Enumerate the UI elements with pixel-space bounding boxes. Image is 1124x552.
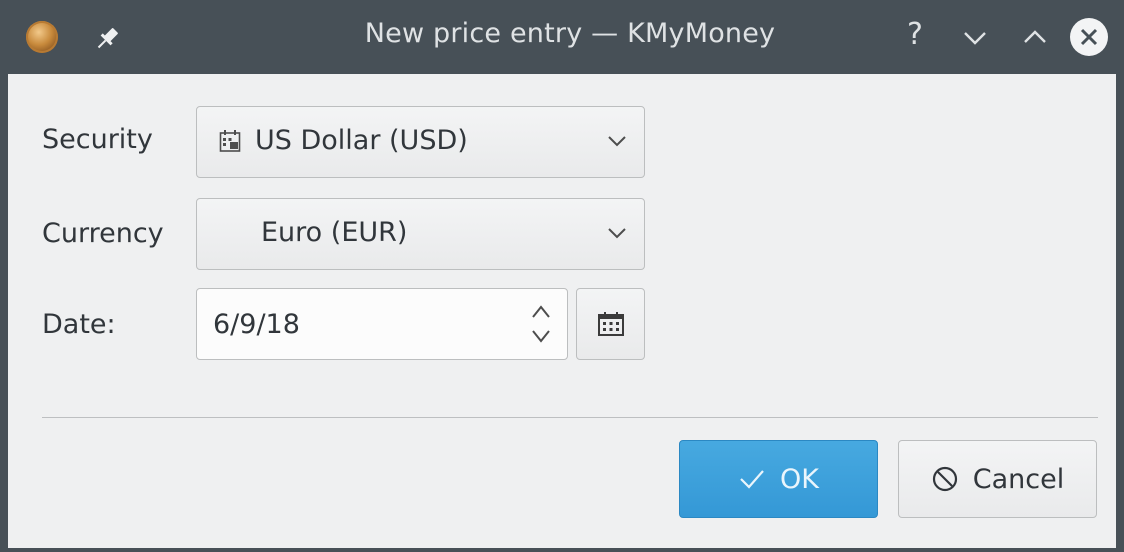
dialog-body: Security US Dollar (USD) Currency Euro (… xyxy=(8,74,1116,548)
date-input[interactable] xyxy=(213,303,513,345)
separator-line xyxy=(42,417,1098,418)
cancel-button[interactable]: Cancel xyxy=(898,440,1097,518)
security-calendar-icon xyxy=(219,130,241,152)
calendar-icon xyxy=(598,312,624,336)
cancel-icon xyxy=(932,466,957,492)
currency-combobox[interactable]: Euro (EUR) xyxy=(196,198,645,270)
security-combobox[interactable]: US Dollar (USD) xyxy=(196,106,645,178)
dialog-window: New price entry — KMyMoney ? Security US… xyxy=(0,0,1124,552)
title-bar[interactable]: New price entry — KMyMoney ? xyxy=(0,0,1124,74)
ok-button[interactable]: OK xyxy=(679,440,878,518)
close-icon[interactable] xyxy=(1070,18,1108,56)
currency-value: Euro (EUR) xyxy=(261,217,408,248)
checkmark-icon xyxy=(740,470,764,489)
security-value: US Dollar (USD) xyxy=(255,125,468,156)
date-field[interactable] xyxy=(196,288,568,360)
spinner-arrows-icon[interactable] xyxy=(529,301,553,347)
ok-label: OK xyxy=(780,463,819,495)
date-picker-button[interactable] xyxy=(576,288,645,360)
minimize-icon[interactable] xyxy=(958,20,992,54)
kmymoney-app-icon[interactable] xyxy=(26,21,58,53)
maximize-icon[interactable] xyxy=(1018,20,1052,54)
window-title: New price entry — KMyMoney xyxy=(364,18,776,49)
cancel-label: Cancel xyxy=(972,463,1065,495)
security-label: Security xyxy=(42,124,153,155)
chevron-down-icon xyxy=(608,228,626,239)
pin-icon[interactable] xyxy=(92,24,122,54)
currency-label: Currency xyxy=(42,218,164,249)
help-icon[interactable]: ? xyxy=(898,18,932,52)
date-label: Date: xyxy=(42,309,116,340)
chevron-down-icon xyxy=(608,136,626,147)
